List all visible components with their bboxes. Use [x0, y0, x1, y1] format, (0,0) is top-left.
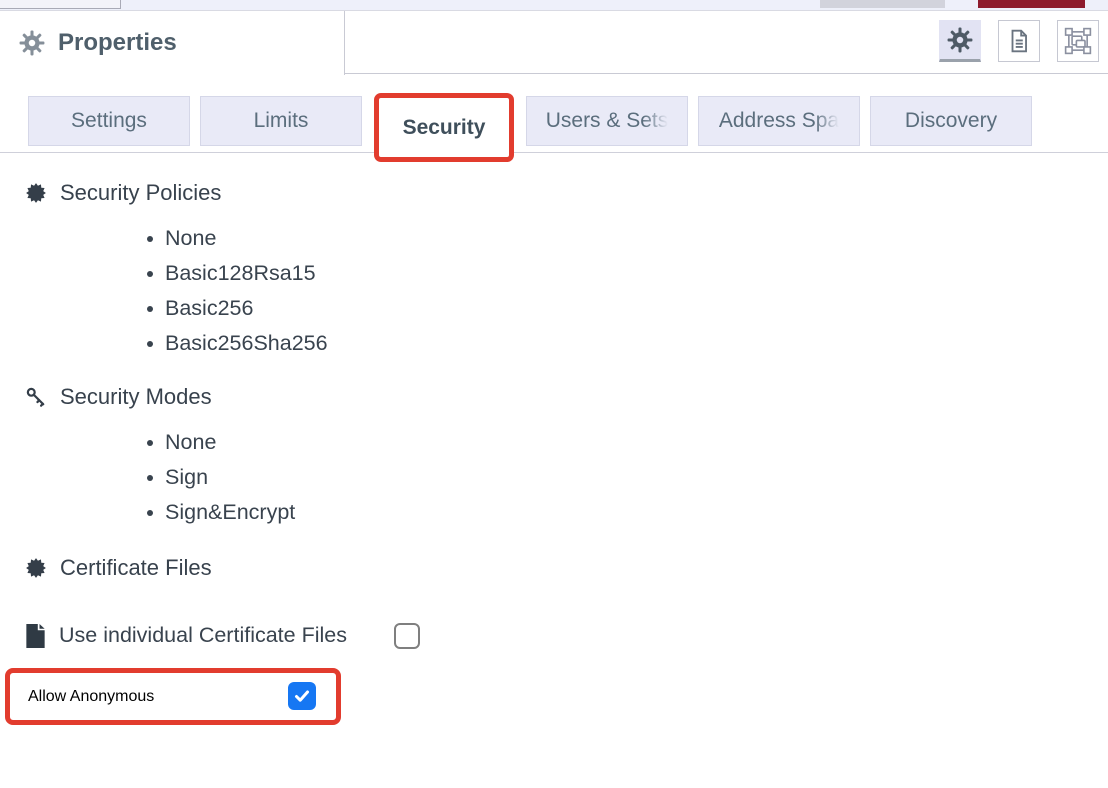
gear-icon — [947, 27, 973, 53]
tab-label: Limits — [254, 109, 309, 133]
security-tab-content: Security Policies None Basic128Rsa15 Bas… — [0, 162, 1108, 788]
use-individual-certificate-files-row: Use individual Certificate Files — [25, 618, 1108, 653]
list-item: Sign&Encrypt — [25, 495, 1108, 530]
layout-frame-button[interactable] — [1057, 20, 1099, 62]
list-item: None — [25, 221, 1108, 256]
tab-label: Users & Sets — [546, 109, 669, 133]
tab-settings[interactable]: Settings — [28, 96, 190, 146]
tab-security[interactable]: Security — [380, 99, 508, 156]
list-item: Basic256 — [25, 291, 1108, 326]
section-title: Certificate Files — [60, 555, 212, 581]
list-item: Basic128Rsa15 — [25, 256, 1108, 291]
seal-icon — [25, 557, 47, 579]
annotation-highlight-security-tab: Security — [374, 93, 514, 162]
properties-panel: { "header": { "title": "Properties" }, "… — [0, 0, 1108, 788]
use-individual-certificate-files-checkbox[interactable] — [394, 623, 420, 649]
tab-discovery[interactable]: Discovery — [870, 96, 1032, 146]
tab-label: Discovery — [905, 109, 997, 133]
annotation-highlight-allow-anonymous: Allow Anonymous — [5, 668, 341, 725]
security-modes-list: None Sign Sign&Encrypt — [25, 425, 1108, 530]
list-item: Sign — [25, 460, 1108, 495]
document-icon — [1006, 28, 1032, 54]
panel-header: Properties — [0, 11, 1108, 74]
tab-address-space[interactable]: Address Spa — [698, 96, 860, 146]
tab-label: Settings — [71, 109, 147, 133]
document-view-button[interactable] — [998, 20, 1040, 62]
certificate-files-heading: Certificate Files — [25, 554, 1108, 582]
partial-dropdown-edge — [0, 0, 121, 9]
partial-red-button-edge — [978, 0, 1085, 8]
security-policies-list: None Basic128Rsa15 Basic256 Basic256Sha2… — [25, 221, 1108, 361]
section-title: Security Policies — [60, 180, 221, 206]
tab-limits[interactable]: Limits — [200, 96, 362, 146]
partial-gray-button-edge — [820, 0, 945, 8]
list-item: Basic256Sha256 — [25, 326, 1108, 361]
file-icon — [25, 624, 46, 648]
frame-selection-icon — [1064, 27, 1092, 55]
checkbox-label: Allow Anonymous — [28, 688, 154, 706]
panel-title: Properties — [58, 29, 177, 57]
header-toolbar — [939, 20, 1099, 62]
top-partial-strip — [0, 0, 1108, 11]
seal-icon — [25, 182, 47, 204]
properties-view-button[interactable] — [939, 20, 981, 62]
tab-bar: Settings Limits Security Users & Sets Ad… — [0, 96, 1108, 153]
gear-icon — [19, 30, 45, 56]
tab-users-settings[interactable]: Users & Sets — [526, 96, 688, 146]
tab-label: Security — [403, 116, 486, 140]
allow-anonymous-checkbox[interactable] — [288, 682, 316, 710]
key-icon — [25, 386, 47, 408]
checkbox-label: Use individual Certificate Files — [59, 623, 347, 648]
section-title: Security Modes — [60, 384, 212, 410]
security-modes-heading: Security Modes — [25, 383, 1108, 411]
tab-label: Address Spa — [719, 109, 839, 133]
list-item: None — [25, 425, 1108, 460]
security-policies-heading: Security Policies — [25, 179, 1108, 207]
properties-panel-tab[interactable]: Properties — [0, 11, 345, 75]
